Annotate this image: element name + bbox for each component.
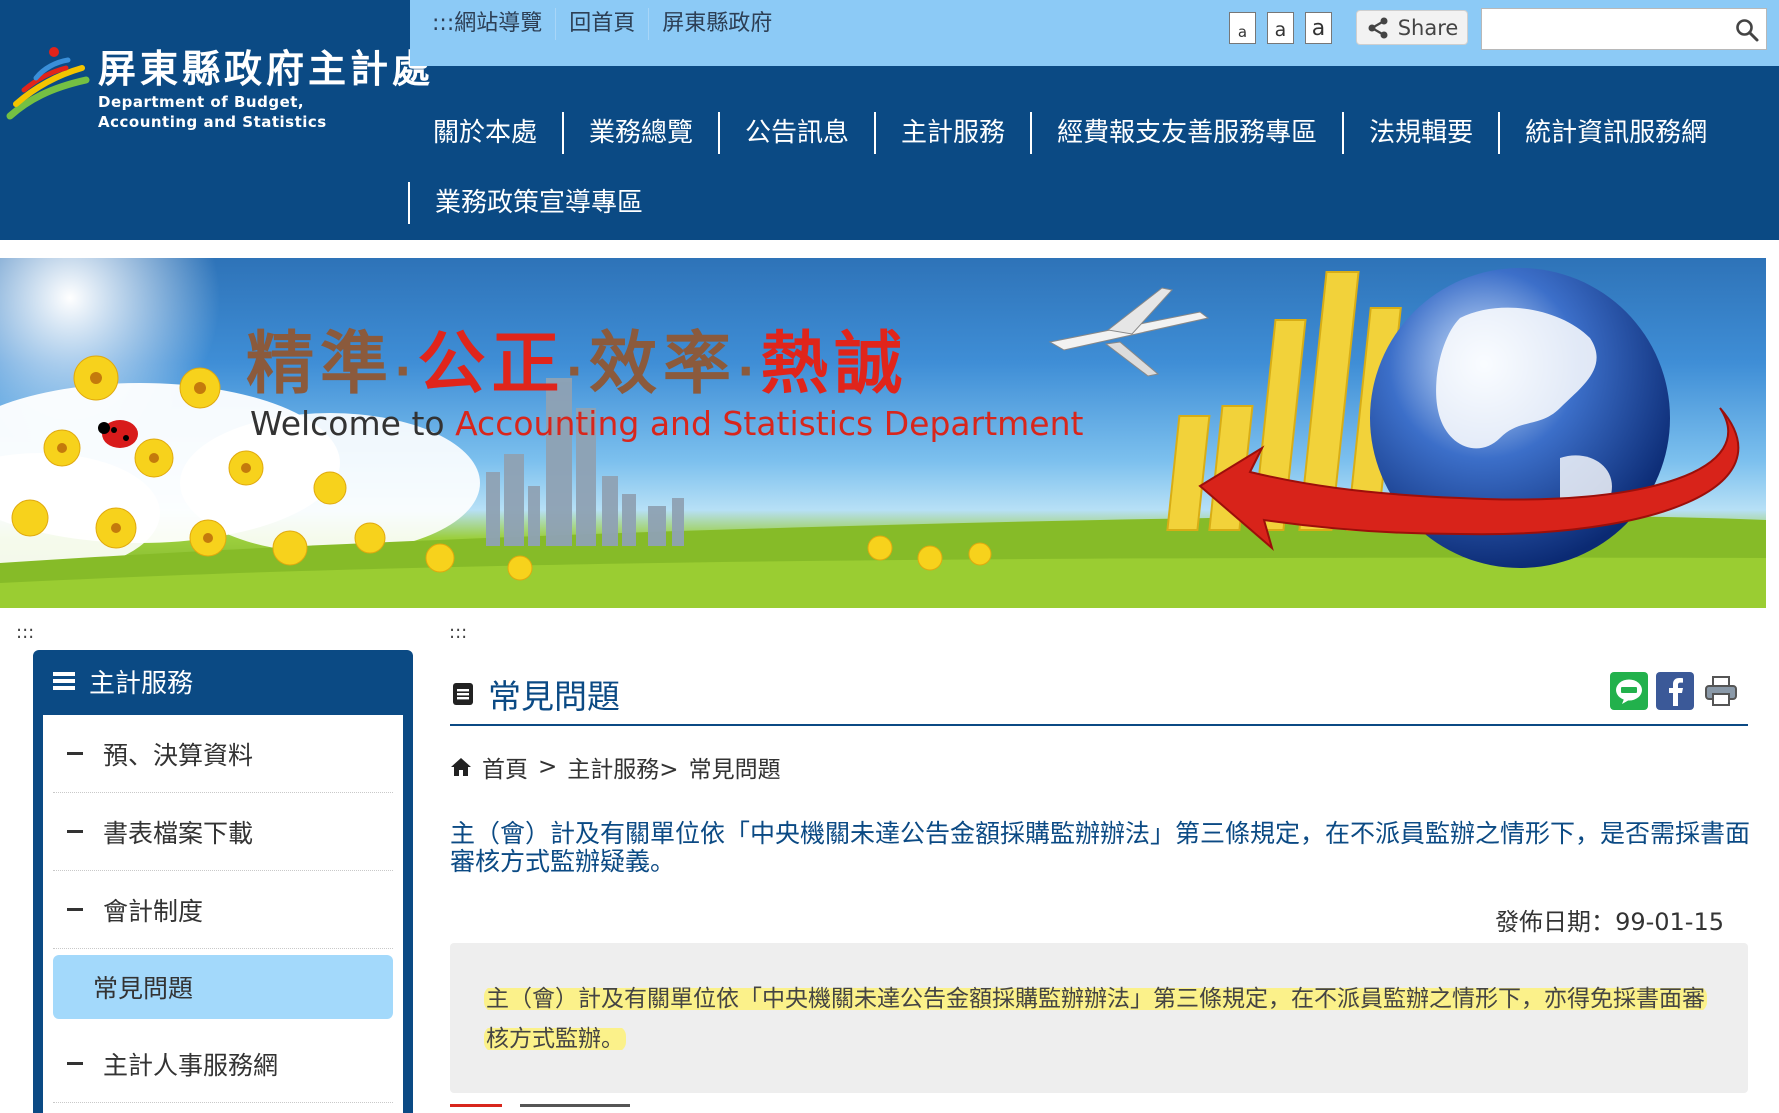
sidebar-item-label: 預、決算資料 — [103, 740, 254, 770]
print-icon[interactable] — [1702, 672, 1740, 710]
slogan-word-2: 公正 — [417, 325, 566, 404]
sidebar: 主計服務 預、決算資料 書表檔案下載 會計制度 常見問題 主計人事服務網 — [33, 650, 413, 1113]
site-logo[interactable]: 屏東縣政府主計處 Department of Budget, Accountin… — [0, 0, 430, 240]
breadcrumb: 首頁 > 主計服務> 常見問題 — [450, 750, 781, 784]
font-size-controls: a a a — [1229, 12, 1332, 44]
home-link[interactable]: 回首頁 — [555, 8, 648, 40]
utility-links: :::網站導覽 回首頁 屏東縣政府 — [432, 8, 785, 40]
line-icon[interactable] — [1610, 672, 1648, 710]
sidebar-title: 主計服務 — [89, 668, 194, 699]
social-share-icons — [1610, 672, 1740, 710]
document-icon — [453, 683, 473, 705]
search-input[interactable] — [1488, 13, 1728, 45]
banner-slogan: 精準·公正·效率·熱誠 — [246, 308, 909, 407]
page-heading: 常見問題 — [450, 666, 1748, 726]
nav-policy-promotion[interactable]: 業務政策宣導專區 — [408, 182, 668, 224]
dash-icon — [67, 752, 83, 755]
cut-off-footer-row — [450, 1104, 650, 1113]
sidebar-item-personnel[interactable]: 主計人事服務網 — [53, 1025, 393, 1103]
font-small-button[interactable]: a — [1229, 12, 1256, 44]
slogan-sep-3: · — [737, 344, 761, 398]
publish-date: 發佈日期：99-01-15 — [1495, 902, 1724, 937]
dash-icon — [67, 1062, 83, 1065]
logo-mark-icon — [6, 47, 90, 120]
publish-date-value: 99-01-15 — [1615, 908, 1724, 936]
answer-text: 主（會）計及有關單位依「中央機關未達公告金額採購監辦辦法」第三條規定，在不派員監… — [484, 979, 1724, 1059]
banner-welcome: Welcome to Accounting and Statistics Dep… — [250, 404, 1083, 443]
main-navigation: 關於本處 業務總覽 公告訊息 主計服務 經費報支友善服務專區 法規輯要 統計資訊… — [408, 108, 1779, 228]
sidebar-access-key[interactable]: ::: — [16, 622, 34, 643]
slogan-word-1: 精準 — [246, 325, 395, 404]
search-box — [1481, 8, 1767, 50]
question-title: 主（會）計及有關單位依「中央機關未達公告金額採購監辦辦法」第三條規定，在不派員監… — [450, 819, 1751, 876]
share-icon — [1368, 17, 1388, 38]
breadcrumb-current: 常見問題 — [688, 757, 781, 783]
cut-off-red-label — [450, 1104, 502, 1107]
nav-row-1: 關於本處 業務總覽 公告訊息 主計服務 經費報支友善服務專區 法規輯要 統計資訊… — [408, 108, 1779, 158]
slogan-word-4: 熱誠 — [760, 325, 909, 404]
nav-expense-services[interactable]: 經費報支友善服務專區 — [1030, 112, 1342, 154]
sidebar-item-budget[interactable]: 預、決算資料 — [53, 715, 393, 793]
dash-icon — [67, 830, 83, 833]
logo-subtitle: Department of Budget, Accounting and Sta… — [98, 93, 327, 131]
sidebar-item-label: 會計制度 — [103, 896, 204, 926]
share-label: Share — [1397, 15, 1459, 40]
site-header: 屏東縣政府主計處 Department of Budget, Accountin… — [0, 0, 1779, 240]
nav-announcements[interactable]: 公告訊息 — [718, 112, 874, 154]
answer-box: 主（會）計及有關單位依「中央機關未達公告金額採購監辦辦法」第三條規定，在不派員監… — [450, 943, 1748, 1093]
logo-title: 屏東縣政府主計處 — [98, 47, 435, 91]
sidebar-item-forms[interactable]: 書表檔案下載 — [53, 793, 393, 871]
sidebar-item-accounting-system[interactable]: 會計制度 — [53, 871, 393, 949]
slogan-sep-2: · — [565, 344, 589, 398]
facebook-icon[interactable] — [1656, 672, 1694, 710]
content-access-key[interactable]: ::: — [449, 622, 467, 643]
nav-statistics-network[interactable]: 統計資訊服務網 — [1498, 112, 1732, 154]
nav-business-overview[interactable]: 業務總覽 — [562, 112, 718, 154]
menu-icon — [53, 672, 75, 690]
nav-row-2: 業務政策宣導專區 — [408, 178, 1779, 228]
slogan-word-3: 效率 — [589, 325, 738, 404]
sidebar-item-label: 常見問題 — [93, 974, 194, 1003]
dash-icon — [67, 908, 83, 911]
slogan-sep-1: · — [394, 344, 418, 398]
sidebar-menu: 預、決算資料 書表檔案下載 會計制度 常見問題 主計人事服務網 — [43, 715, 403, 1113]
sitemap-link[interactable]: :::網站導覽 — [432, 8, 555, 40]
nav-about[interactable]: 關於本處 — [408, 112, 562, 154]
font-large-button[interactable]: a — [1305, 12, 1332, 44]
nav-accounting-services[interactable]: 主計服務 — [874, 112, 1030, 154]
search-icon[interactable] — [1734, 17, 1760, 43]
breadcrumb-separator: > — [538, 754, 558, 780]
county-gov-link[interactable]: 屏東縣政府 — [648, 8, 785, 40]
top-utility-bar: :::網站導覽 回首頁 屏東縣政府 a a a Share — [410, 0, 1779, 66]
sidebar-item-faq[interactable]: 常見問題 — [53, 955, 393, 1019]
home-icon[interactable] — [450, 757, 472, 777]
breadcrumb-accounting-services[interactable]: 主計服務> — [567, 750, 678, 784]
page-title: 常見問題 — [488, 677, 620, 716]
sidebar-header: 主計服務 — [33, 650, 413, 712]
publish-date-label: 發佈日期： — [1495, 908, 1616, 936]
hero-banner: 精準·公正·效率·熱誠 Welcome to Accounting and St… — [0, 258, 1766, 608]
welcome-highlight: Accounting and Statistics Department — [455, 404, 1084, 443]
airplane-icon — [1048, 287, 1210, 377]
answer-highlight: 主（會）計及有關單位依「中央機關未達公告金額採購監辦辦法」第三條規定，在不派員監… — [484, 986, 1707, 1052]
sidebar-item-label: 書表檔案下載 — [103, 818, 254, 848]
font-medium-button[interactable]: a — [1267, 12, 1294, 44]
cut-off-dark-label — [520, 1104, 630, 1107]
breadcrumb-home[interactable]: 首頁 — [482, 750, 528, 784]
share-button[interactable]: Share — [1356, 10, 1468, 45]
nav-regulations[interactable]: 法規輯要 — [1342, 112, 1498, 154]
welcome-prefix: Welcome to — [250, 404, 456, 443]
sidebar-item-label: 主計人事服務網 — [103, 1050, 279, 1080]
